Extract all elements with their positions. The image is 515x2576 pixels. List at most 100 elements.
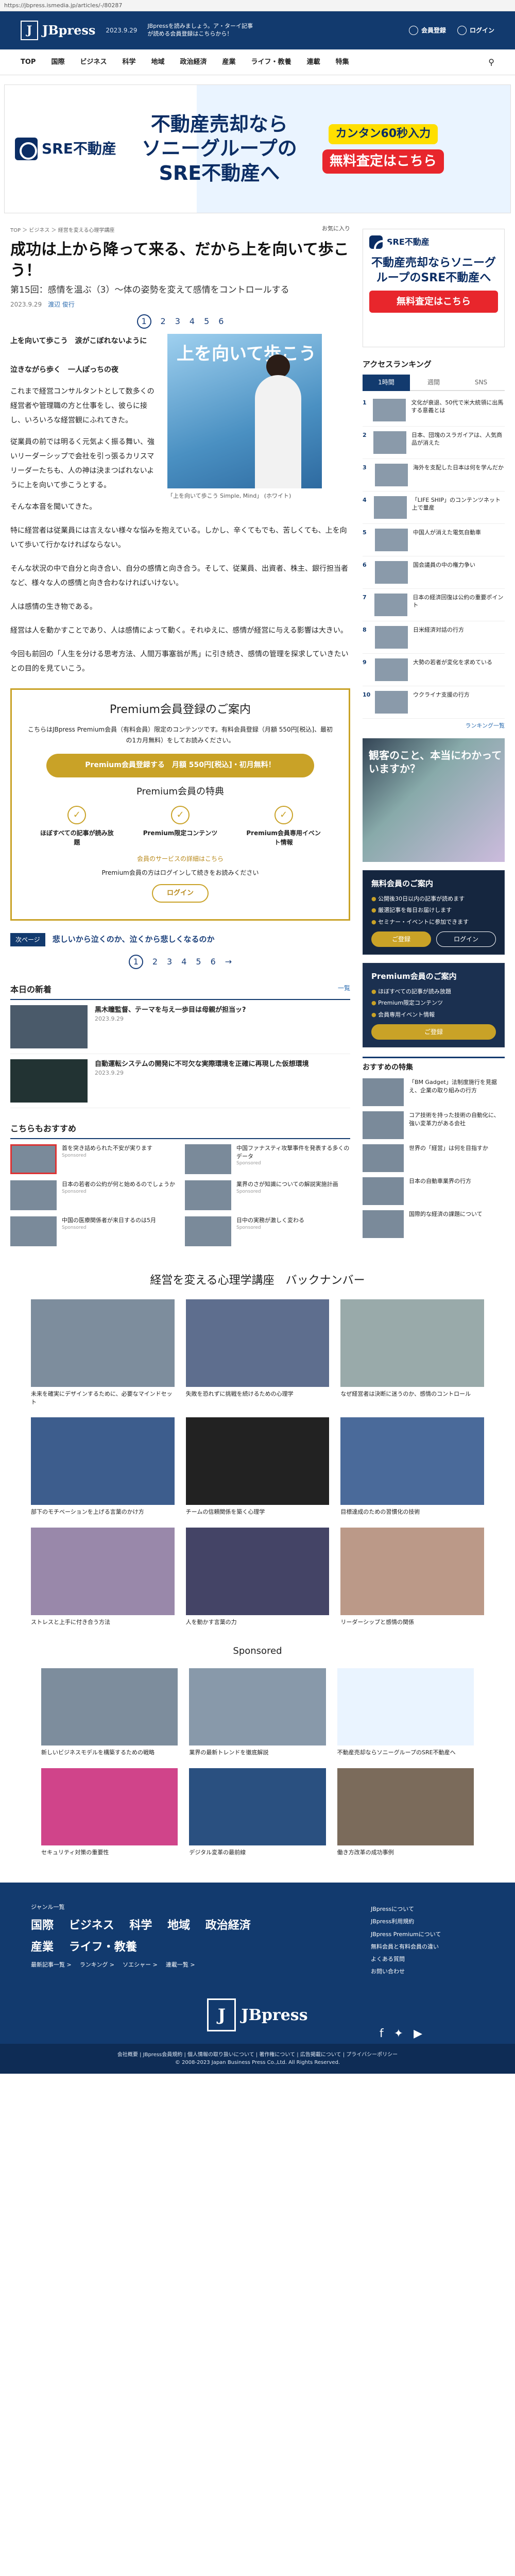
next-page-link[interactable]: 次ページ 悲しいから泣くのか、泣くから悲しくなるのか [10,933,350,946]
site-logo[interactable]: J JBpress [21,21,95,40]
ranking-item[interactable]: 8 日米経済対話の行方 [363,621,505,654]
page-1[interactable]: 1 [136,314,151,329]
page-2[interactable]: 2 [161,315,166,328]
facebook-icon[interactable]: f [380,2025,384,2042]
recommend-item[interactable]: 日中の実務が激しく変わる Sponsored [185,1216,350,1246]
article-author[interactable]: 渡辺 俊行 [48,300,75,309]
footer-sublink[interactable]: 最新記事一覧 > [31,1961,72,1970]
page-5[interactable]: 5 [204,315,209,328]
sponsored-item[interactable]: セキュリティ対策の重要性 [41,1768,178,1857]
member-register-link[interactable]: 会員登録 [408,26,446,35]
ranking-item[interactable]: 6 国会議員の中の権力争い [363,556,505,589]
footer-link[interactable]: JBpress利用規約 [371,1916,484,1928]
backnumber-item[interactable]: なぜ経営者は決断に迷うのか、感情のコントロール [340,1299,484,1406]
page-6[interactable]: 6 [218,315,224,328]
ranking-item[interactable]: 9 大勢の若者が変化を求めている [363,654,505,686]
footer-link[interactable]: お問い合わせ [371,1965,484,1978]
tab-weekly[interactable]: 週間 [410,375,457,391]
nav-item[interactable]: ビジネス [80,57,107,67]
news-item[interactable]: 自動運転システムの開発に不可欠な実際環境を正確に再現した仮想環境 2023.9.2… [10,1054,350,1108]
footer-link[interactable]: JBpress Premiumについて [371,1928,484,1941]
ranking-item[interactable]: 2 日本、団塊のスラガイアは、人気商品が消えた [363,427,505,459]
page-4[interactable]: 4 [190,315,195,328]
search-icon[interactable]: ⚲ [488,56,494,69]
osusume-item[interactable]: 日本の自動車業界の行方 [363,1177,505,1205]
nav-item[interactable]: ライフ・教養 [251,57,291,67]
ranking-item[interactable]: 5 中国人が消えた電気自動車 [363,524,505,556]
osusume-item[interactable]: 世界の「経営」は何を目指すか [363,1144,505,1172]
ranking-item[interactable]: 7 日本の経済回復は公約の重要ポイント [363,589,505,621]
sidebar-ad-button[interactable]: 無料査定はこちら [369,291,498,313]
recommend-item[interactable]: 首を突き詰められた不安が実ります Sponsored [10,1144,176,1174]
ad-cta-button[interactable]: 無料査定はこちら [322,149,444,174]
backnumber-item[interactable]: チームの信頼関係を築く心理学 [185,1417,330,1516]
footer-sublink[interactable]: 連載一覧 > [166,1961,195,1970]
footer-link[interactable]: JBpressについて [371,1903,484,1916]
youtube-icon[interactable]: ▶ [414,2025,422,2042]
premium-login-button[interactable]: ログイン [152,884,209,903]
page-3[interactable]: 3 [167,956,172,968]
free-register-button[interactable]: ご登録 [371,931,431,947]
sponsored-item[interactable]: 業界の最新トレンドを徹底解説 [189,1668,326,1757]
sponsored-item[interactable]: 働き方改革の成功事例 [337,1768,474,1857]
backnumber-item[interactable]: リーダーシップと感情の関係 [340,1528,484,1626]
new-articles-more[interactable]: 一覧 [338,984,350,996]
osusume-item[interactable]: コア技術を持った技術の自動化に、強い変革力がある会社 [363,1111,505,1139]
nav-item[interactable]: 科学 [122,57,135,67]
recommend-item[interactable]: 中国の医療関係者が来日するのは5月 Sponsored [10,1216,176,1246]
ranking-item[interactable]: 10 ウクライナ支援の行方 [363,686,505,719]
footer-cat[interactable]: 科学 [129,1919,152,1932]
footer-cat[interactable]: ライフ・教養 [69,1941,137,1954]
page-1[interactable]: 1 [128,954,143,969]
footer-cat[interactable]: 政治経済 [205,1919,251,1932]
tab-hourly[interactable]: 1時間 [363,374,410,391]
footer-cat[interactable]: 国際 [31,1919,54,1932]
tab-sns[interactable]: SNS [457,375,505,391]
next-arrow-icon[interactable]: → [225,956,232,968]
backnumber-item[interactable]: 部下のモチベーションを上げる言葉のかけ方 [31,1417,175,1516]
page-6[interactable]: 6 [211,956,216,968]
page-5[interactable]: 5 [196,956,201,968]
backnumber-item[interactable]: 失敗を恐れずに挑戦を続けるための心理学 [185,1299,330,1406]
sponsored-item[interactable]: デジタル変革の最前線 [189,1768,326,1857]
footer-link[interactable]: よくある質問 [371,1953,484,1965]
header-message[interactable]: JBpressを読みましょう。ア・ターイ記事が読める会員登録はこちらから！ [147,23,255,38]
premium-detail-link[interactable]: 会員のサービスの詳細はこちら [25,854,335,863]
news-item[interactable]: 黒木瞳監督、テーマを与え一歩目は母親が担当ッ? 2023.9.29 [10,1000,350,1054]
nav-item[interactable]: 地域 [151,57,165,67]
ranking-item[interactable]: 1 文化が衰退、50代で米大統領に出馬する意義とは [363,394,505,427]
osusume-item[interactable]: 国際的な経済の課題について [363,1210,505,1238]
footer-sublink[interactable]: ソエシャー > [123,1961,158,1970]
premium-register-button[interactable]: Premium会員登録する 月額 550円[税込]・初月無料！ [46,753,314,777]
favorite-button[interactable]: お気に入り [322,225,350,233]
footer-cat[interactable]: ビジネス [69,1919,114,1932]
nav-item[interactable]: 国際 [51,57,64,67]
footer-cat[interactable]: 地域 [167,1919,190,1932]
ranking-more-link[interactable]: ランキング一覧 [363,722,505,731]
nav-item[interactable]: 産業 [222,57,236,67]
login-link[interactable]: ログイン [457,26,494,35]
sponsored-item[interactable]: 不動産売却ならソニーグループのSRE不動産へ [337,1668,474,1757]
footer-bottom-links[interactable]: 会社概要 | JBpress会員規約 | 個人情報の取り扱いについて | 著作権… [21,2051,494,2059]
recommend-item[interactable]: 日本の若者の公約が何と始めるのでしょうか Sponsored [10,1180,176,1210]
banner-ad[interactable]: SRE不動産 不動産売却なら ソニーグループの SRE不動産へ カンタン60秒入… [4,84,511,213]
page-3[interactable]: 3 [175,315,180,328]
page-4[interactable]: 4 [181,956,186,968]
backnumber-item[interactable]: 目標達成のための習慣化の技術 [340,1417,484,1516]
sponsored-item[interactable]: 新しいビジネスモデルを構築するための戦略 [41,1668,178,1757]
footer-link[interactable]: 無料会員と有料会員の違い [371,1941,484,1953]
breadcrumb[interactable]: TOP ＞ ビジネス ＞ 経営を変える心理学講座 [10,223,350,238]
footer-sublink[interactable]: ランキング > [80,1961,114,1970]
free-login-button[interactable]: ログイン [436,931,496,947]
nav-item[interactable]: 政治経済 [180,57,207,67]
page-2[interactable]: 2 [152,956,158,968]
sidebar-promo-image[interactable]: 観客のこと、本当にわかっていますか？ [363,738,505,862]
backnumber-item[interactable]: 人を動かす言葉の力 [185,1528,330,1626]
url-bar[interactable]: https://jbpress.ismedia.jp/articles/-/80… [0,0,515,11]
backnumber-item[interactable]: ストレスと上手に付き合う方法 [31,1528,175,1626]
footer-cat[interactable]: 産業 [31,1941,54,1954]
nav-item[interactable]: TOP [21,57,36,67]
twitter-icon[interactable]: ✦ [394,2025,403,2042]
premium-register-button-side[interactable]: ご登録 [371,1024,496,1040]
ranking-item[interactable]: 4 「LIFE SHIP」のコンテンツネット上で量産 [363,492,505,524]
